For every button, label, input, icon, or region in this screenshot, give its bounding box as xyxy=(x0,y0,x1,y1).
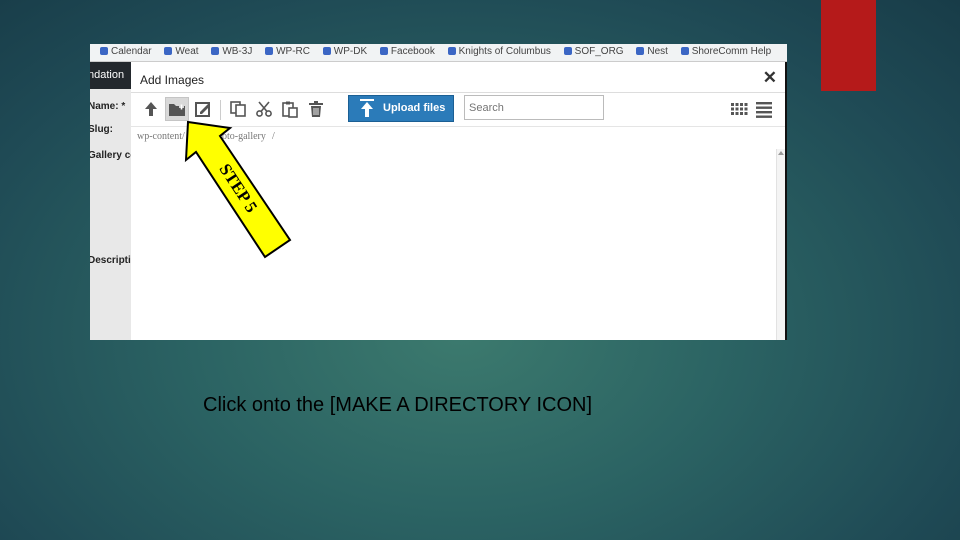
bookmark[interactable]: Calendar xyxy=(100,46,152,57)
add-images-dialog: Add Images ✕ Upload files Search wp-cont… xyxy=(131,62,787,340)
copy-icon[interactable] xyxy=(227,98,249,120)
upload-files-button[interactable]: Upload files xyxy=(348,95,454,122)
bookmark-icon xyxy=(563,47,572,55)
breadcrumb-separator: / xyxy=(272,131,275,142)
make-directory-icon[interactable] xyxy=(165,97,189,121)
toolbar-divider xyxy=(220,100,221,120)
gallery-edit-pane: ndation Name: * Slug: Gallery co Descrip… xyxy=(90,62,131,340)
grid-view-icon[interactable] xyxy=(728,98,750,120)
slug-label: Slug: xyxy=(90,124,113,135)
bookmark-icon xyxy=(379,47,388,55)
file-list-area[interactable] xyxy=(131,149,776,340)
edit-icon[interactable] xyxy=(192,98,214,120)
name-label: Name: * xyxy=(90,101,126,112)
bookmark-icon xyxy=(265,47,274,55)
description-label: Descriptio xyxy=(90,255,131,266)
scroll-up-icon[interactable] xyxy=(778,151,784,155)
gallery-label: Gallery co xyxy=(90,150,131,161)
bookmark-icon xyxy=(680,47,689,55)
breadcrumb-root[interactable]: wp-content/ xyxy=(137,127,185,147)
bookmark-icon xyxy=(164,47,173,55)
bookmark[interactable]: SOF_ORG xyxy=(563,46,624,57)
bookmark-icon xyxy=(636,47,645,55)
bookmark-icon xyxy=(447,47,456,55)
breadcrumb-current[interactable]: photo-gallery xyxy=(212,127,266,147)
browser-screenshot: Calendar Weat WB-3J WP-RC WP-DK Facebook… xyxy=(90,44,787,340)
cut-icon[interactable] xyxy=(253,98,275,120)
upload-files-label: Upload files xyxy=(383,102,446,114)
bookmark[interactable]: ShoreComm Help xyxy=(680,46,771,57)
bookmark-icon xyxy=(322,47,331,55)
bookmark[interactable]: Knights of Columbus xyxy=(447,46,551,57)
upload-arrow-icon xyxy=(360,99,374,117)
breadcrumb: wp-content/ photo-gallery / xyxy=(131,126,787,150)
dialog-header: Add Images ✕ xyxy=(131,66,787,93)
bookmark-icon xyxy=(100,47,108,55)
bookmark[interactable]: Weat xyxy=(164,46,199,57)
bookmark[interactable]: Nest xyxy=(636,46,668,57)
dialog-border xyxy=(785,62,787,340)
admin-header: ndation xyxy=(90,62,131,89)
close-icon[interactable]: ✕ xyxy=(763,68,777,88)
search-input[interactable] xyxy=(464,95,604,120)
bookmark[interactable]: WB-3J xyxy=(211,46,252,57)
red-accent-tab xyxy=(821,0,876,91)
trash-icon[interactable] xyxy=(305,98,327,120)
bookmark[interactable]: WP-DK xyxy=(322,46,367,57)
bookmark[interactable]: WP-RC xyxy=(265,46,310,57)
paste-icon[interactable] xyxy=(279,98,301,120)
bookmark[interactable]: Facebook xyxy=(379,46,435,57)
arrow-up-icon[interactable] xyxy=(140,98,162,120)
instruction-caption: Click onto the [MAKE A DIRECTORY ICON] xyxy=(203,394,593,416)
list-view-icon[interactable] xyxy=(753,98,775,120)
bookmark-icon xyxy=(211,47,220,55)
bookmarks-bar: Calendar Weat WB-3J WP-RC WP-DK Facebook… xyxy=(90,44,787,62)
dialog-title: Add Images xyxy=(140,73,205,87)
file-toolbar: Upload files xyxy=(131,93,787,126)
